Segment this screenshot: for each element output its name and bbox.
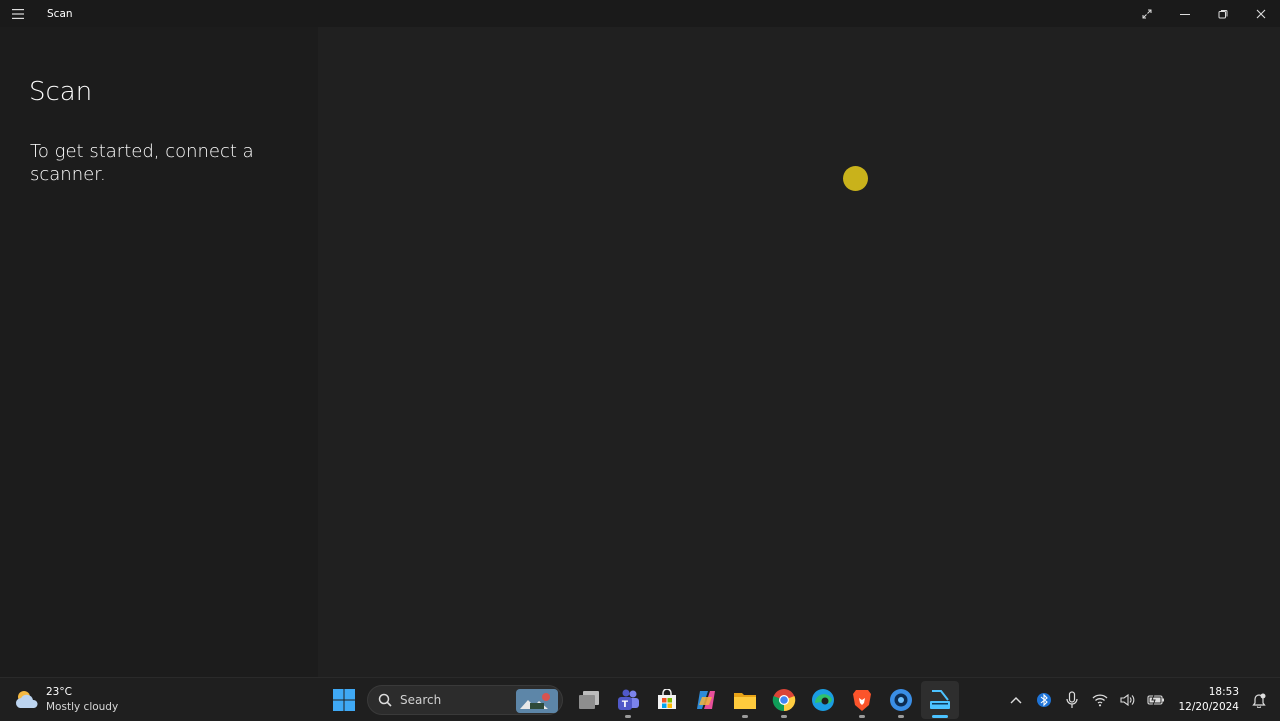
copilot-button[interactable] [687, 681, 725, 719]
edge-button[interactable] [804, 681, 842, 719]
search-highlight-image [516, 688, 558, 713]
minimize-button[interactable] [1166, 0, 1204, 27]
search-icon [378, 693, 392, 707]
start-button[interactable] [325, 681, 363, 719]
taskbar-pinned-apps: Search T [324, 678, 959, 721]
chrome-button[interactable] [765, 681, 803, 719]
brave-icon [852, 689, 871, 711]
sidebar-panel: Scan To get started, connect a scanner. [0, 27, 318, 677]
search-placeholder: Search [400, 692, 442, 707]
taskbar: 23°C Mostly cloudy Search T 18:53 12/20/… [0, 677, 1280, 720]
close-button[interactable] [1242, 0, 1280, 27]
scan-app-icon [929, 689, 950, 709]
volume-button[interactable] [1117, 685, 1139, 715]
minimize-icon [1180, 13, 1190, 15]
svg-text:T: T [621, 700, 628, 710]
weather-condition: Mostly cloudy [46, 701, 119, 713]
clock[interactable]: 18:53 12/20/2024 [1178, 685, 1239, 715]
camera-app-button[interactable] [882, 681, 920, 719]
task-view-button[interactable] [570, 681, 608, 719]
clock-date: 12/20/2024 [1178, 700, 1239, 713]
microphone-button[interactable] [1061, 685, 1083, 715]
volume-icon [1120, 693, 1135, 706]
teams-button[interactable]: T [609, 681, 647, 719]
restore-icon [1218, 9, 1228, 18]
battery-button[interactable] [1145, 685, 1167, 715]
scan-app-button[interactable] [920, 680, 959, 719]
weather-temperature: 23°C [46, 686, 72, 698]
wifi-icon [1093, 693, 1108, 706]
scan-app-window: Scan Scan To get started, connect a scan… [0, 0, 1280, 677]
edge-icon [811, 688, 834, 711]
running-indicator [624, 714, 631, 718]
partly-cloudy-icon [15, 691, 38, 708]
preview-area [318, 27, 1280, 677]
close-icon [1256, 9, 1266, 18]
notifications-button[interactable] [1248, 685, 1270, 715]
system-tray: 18:53 12/20/2024 [1002, 678, 1280, 721]
microsoft-store-icon [657, 688, 676, 709]
notification-bell-icon [1252, 693, 1266, 708]
microsoft-store-button[interactable] [648, 681, 686, 719]
no-scanner-message: To get started, connect a scanner. [30, 141, 254, 185]
bluetooth-icon [1037, 692, 1052, 707]
file-explorer-button[interactable] [726, 681, 764, 719]
clock-time: 18:53 [1208, 685, 1239, 698]
chevron-up-icon [1010, 696, 1022, 703]
camera-app-icon [889, 688, 912, 711]
title-bar: Scan [0, 0, 1280, 27]
teams-icon: T [617, 689, 639, 710]
full-screen-button[interactable] [1128, 0, 1166, 27]
running-indicator [897, 714, 904, 718]
restore-button[interactable] [1204, 0, 1242, 27]
taskbar-search-box[interactable]: Search [367, 684, 563, 715]
chrome-icon [772, 688, 795, 711]
copilot-icon [696, 690, 715, 709]
windows-start-icon [332, 688, 355, 711]
task-view-icon [578, 690, 599, 709]
weather-widget[interactable]: 23°C Mostly cloudy [14, 684, 118, 716]
running-indicator [780, 714, 787, 718]
hamburger-menu-icon[interactable] [0, 0, 36, 27]
wifi-button[interactable] [1089, 685, 1111, 715]
expand-icon [1142, 9, 1152, 18]
brave-button[interactable] [843, 681, 881, 719]
battery-icon [1147, 694, 1165, 705]
active-indicator [931, 714, 948, 718]
page-title: Scan [29, 77, 93, 107]
show-hidden-icons-button[interactable] [1005, 685, 1027, 715]
microphone-icon [1066, 690, 1079, 708]
bluetooth-button[interactable] [1033, 685, 1055, 715]
running-indicator [741, 714, 748, 718]
file-explorer-icon [733, 692, 756, 709]
window-controls [1128, 0, 1280, 27]
running-indicator [858, 714, 865, 718]
cursor-highlight [843, 166, 868, 191]
window-title: Scan [47, 7, 73, 20]
